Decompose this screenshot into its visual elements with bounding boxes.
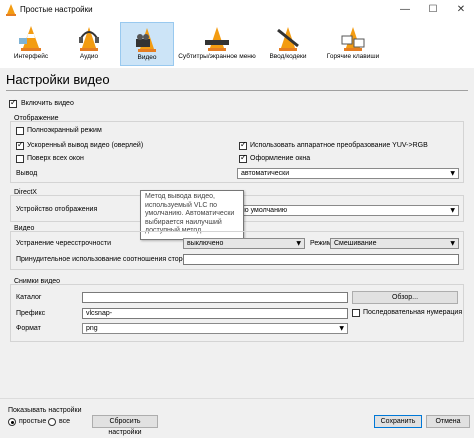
all-settings-label: все [59,418,71,425]
window-decorations-checkbox[interactable] [239,153,247,163]
tab-audio[interactable]: Аудио [64,22,114,66]
display-device-label: Устройство отображения [16,206,98,213]
enable-video-checkbox[interactable] [9,98,17,108]
chevron-down-icon: ▼ [450,240,455,247]
category-toolbar: Интерфейс Аудио Видео Субтитры/экранное … [0,20,474,68]
tab-interface-label: Интерфейс [13,53,49,60]
snapshot-directory-label: Каталог [16,294,42,301]
tab-hotkeys[interactable]: Горячие клавиши [318,22,388,66]
minimize-button[interactable]: — [392,0,418,20]
interface-cone-icon [19,26,41,51]
tab-video-label: Видео [137,54,157,61]
title-bar: Простые настройки — ☐ ✕ [0,0,474,21]
yuv-rgb-checkbox[interactable] [239,140,247,150]
tab-hotkeys-label: Горячие клавиши [326,53,380,60]
sequential-numbering-checkbox[interactable] [352,309,360,317]
snapshot-format-select[interactable]: png ▼ [82,323,348,334]
tab-input-codecs-label: Ввод/кодеки [269,53,307,60]
show-settings-label: Показывать настройки [8,407,82,414]
vlc-app-icon [6,4,16,16]
cancel-button[interactable]: Отмена [426,415,470,428]
display-device-select[interactable]: по умолчанию ▼ [237,205,459,216]
tab-video[interactable]: Видео [120,22,174,66]
output-label: Вывод [16,170,38,177]
window-title: Простые настройки [20,5,93,14]
simple-settings-label: простые [19,418,47,425]
close-button[interactable]: ✕ [448,0,474,20]
window-decorations-label: Оформление окна [250,155,311,162]
tab-audio-label: Аудио [79,53,99,60]
all-settings-radio[interactable] [48,418,56,426]
deinterlace-label: Устранение чересстрочности [16,240,112,247]
reset-settings-button[interactable]: Сбросить настройки [92,415,158,436]
subtitles-cone-icon [205,27,229,51]
tab-input-codecs[interactable]: Ввод/кодеки [262,22,314,66]
simple-settings-radio[interactable] [8,418,16,426]
chevron-down-icon: ▼ [339,325,344,332]
always-on-top-checkbox[interactable] [16,155,24,163]
fullscreen-label: Полноэкранный режим [27,127,102,134]
mode-label: Режим [310,240,332,247]
footer-divider [0,398,474,399]
browse-button[interactable]: Обзор... [352,291,458,304]
tooltip-line: Метод вывода видео, [145,193,215,200]
always-on-top-label: Поверх всех окон [27,155,84,162]
deinterlace-value: выключено [187,240,224,247]
title-divider [6,90,468,91]
tooltip-line: выбирается наилучший [145,218,222,226]
snapshot-format-value: png [86,325,98,332]
tab-subtitles-label: Субтитры/экранное меню [178,53,256,60]
page-title: Настройки видео [6,72,110,87]
aspect-ratio-input[interactable] [183,254,459,265]
accelerated-output-checkbox[interactable] [16,140,24,150]
chevron-down-icon: ▼ [450,170,455,177]
chevron-down-icon: ▼ [296,240,301,247]
tooltip-line: умолчанию. Автоматически [145,210,235,217]
snapshot-directory-input[interactable] [82,292,348,303]
save-button[interactable]: Сохранить [374,415,422,428]
deinterlace-mode-value: Смешивание [334,240,377,247]
snapshot-format-label: Формат [16,325,41,332]
maximize-button[interactable]: ☐ [420,0,446,20]
output-select[interactable]: автоматически ▼ [237,168,459,179]
fullscreen-checkbox[interactable] [16,127,24,135]
tab-subtitles[interactable]: Субтитры/экранное меню [176,22,258,66]
sequential-numbering-label: Последовательная нумерация [363,309,463,316]
tooltip-line: используемый VLC по [145,201,218,209]
input-codecs-cone-icon [277,27,299,51]
snapshot-prefix-label: Префикс [16,310,46,317]
output-value: автоматически [241,170,290,177]
tab-interface[interactable]: Интерфейс [8,22,54,66]
aspect-ratio-label: Принудительное использование соотношения… [16,256,191,263]
accelerated-output-label: Ускоренный вывод видео (оверлей) [27,142,144,149]
display-device-value: по умолчанию [241,207,288,214]
audio-cone-icon [79,27,99,51]
enable-video-label: Включить видео [21,100,74,107]
video-cone-icon [136,28,156,52]
deinterlace-mode-select[interactable]: Смешивание ▼ [330,238,459,249]
yuv-rgb-label: Использовать аппаратное преобразование Y… [250,142,428,149]
chevron-down-icon: ▼ [450,207,455,214]
hotkeys-cone-icon [341,27,365,51]
snapshot-prefix-input[interactable]: vlcsnap- [82,308,348,319]
deinterlace-select[interactable]: выключено ▼ [183,238,305,249]
